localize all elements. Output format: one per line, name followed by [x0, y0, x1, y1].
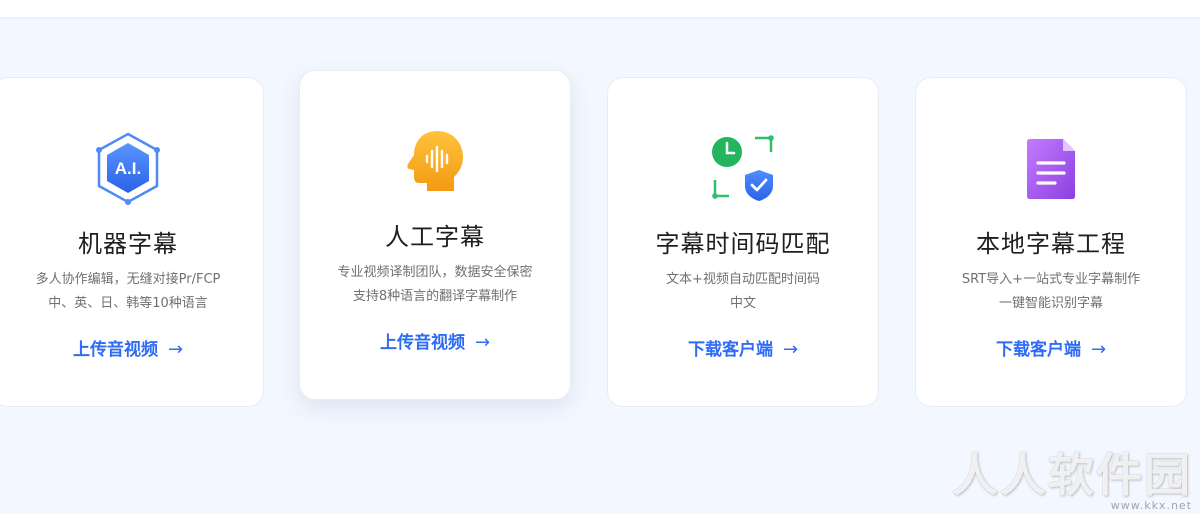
arrow-right-icon: →	[167, 339, 184, 360]
link-label: 下载客户端	[687, 340, 773, 360]
ai-hexagon-icon: A.I.	[90, 130, 166, 206]
card-title: 本地字幕工程	[976, 230, 1126, 258]
card-desc-line: 中文	[729, 296, 756, 311]
card-description: 文本+视频自动匹配时间码 中文	[608, 268, 878, 316]
link-label: 上传音视频	[379, 333, 465, 353]
card-timecode-match: 字幕时间码匹配 文本+视频自动匹配时间码 中文 下载客户端 →	[607, 77, 879, 407]
site-watermark: 人人软件园 www.kkx.net	[952, 450, 1192, 512]
card-description: 专业视频译制团队，数据安全保密 支持8种语言的翻译字幕制作	[300, 261, 570, 309]
card-desc-line: 支持8种语言的翻译字幕制作	[352, 289, 518, 304]
card-desc-line: 文本+视频自动匹配时间码	[666, 272, 820, 287]
human-head-audio-icon	[397, 123, 473, 199]
arrow-right-icon: →	[474, 332, 491, 353]
card-human-subtitle: 人工字幕 专业视频译制团队，数据安全保密 支持8种语言的翻译字幕制作 上传音视频…	[299, 70, 571, 400]
upload-av-link[interactable]: 上传音视频 →	[0, 338, 263, 362]
card-desc-line: 专业视频译制团队，数据安全保密	[337, 265, 533, 280]
card-desc-line: SRT导入+一站式专业字幕制作	[961, 272, 1141, 287]
arrow-right-icon: →	[782, 339, 799, 360]
card-machine-subtitle: A.I. 机器字幕 多人协作编辑，无缝对接Pr/FCP 中、英、日、韩等10种语…	[0, 77, 264, 407]
card-desc-line: 多人协作编辑，无缝对接Pr/FCP	[35, 272, 221, 287]
card-title: 字幕时间码匹配	[655, 230, 831, 258]
download-client-link[interactable]: 下载客户端 →	[916, 338, 1186, 362]
clock-shield-icon	[705, 130, 781, 206]
card-desc-line: 中、英、日、韩等10种语言	[48, 296, 208, 311]
upload-av-link[interactable]: 上传音视频 →	[300, 331, 570, 355]
document-icon	[1013, 130, 1089, 206]
card-title: 机器字幕	[78, 230, 178, 258]
card-description: SRT导入+一站式专业字幕制作 一键智能识别字幕	[916, 268, 1186, 316]
card-desc-line: 一键智能识别字幕	[998, 296, 1103, 311]
link-label: 上传音视频	[72, 340, 158, 360]
link-label: 下载客户端	[995, 340, 1081, 360]
watermark-text: 人人软件园	[952, 448, 1192, 502]
download-client-link[interactable]: 下载客户端 →	[608, 338, 878, 362]
arrow-right-icon: →	[1090, 339, 1107, 360]
top-header-bar	[0, 0, 1200, 17]
card-title: 人工字幕	[385, 223, 485, 251]
card-local-subtitle-project: 本地字幕工程 SRT导入+一站式专业字幕制作 一键智能识别字幕 下载客户端 →	[915, 77, 1187, 407]
card-description: 多人协作编辑，无缝对接Pr/FCP 中、英、日、韩等10种语言	[0, 268, 263, 316]
ai-icon-text: A.I.	[115, 159, 141, 178]
